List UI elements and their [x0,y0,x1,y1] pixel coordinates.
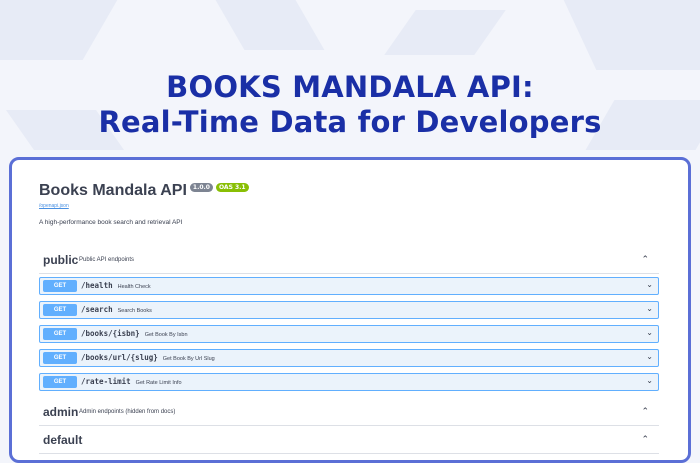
method-badge: GET [43,328,77,340]
swagger-panel: Books Mandala API 1.0.0 OAS 3.1 /openapi… [9,157,691,463]
operation-path: /health Health Check [81,281,151,290]
operation-path: /search Search Books [81,305,152,314]
operation-path: /books/url/{slug} Get Book By Url Slug [81,353,215,362]
api-description: A high-performance book search and retri… [39,219,183,226]
operation-summary: Search Books [117,308,152,314]
operation-get-rate-limit[interactable]: GET /rate-limit Get Rate Limit Info ⌄ [39,373,659,391]
operation-get-search[interactable]: GET /search Search Books ⌄ [39,301,659,319]
background-shape [0,0,118,60]
section-name: public [43,253,79,267]
section-admin[interactable]: admin Admin endpoints (hidden from docs)… [39,399,659,426]
oas-badge: OAS 3.1 [215,183,249,192]
api-title: Books Mandala API [39,182,187,199]
operation-path: /books/{isbn} Get Book By Isbn [81,329,188,338]
method-badge: GET [43,352,77,364]
openapi-spec-link[interactable]: /openapi.json [39,203,69,209]
operation-summary: Health Check [117,284,151,290]
chevron-up-icon[interactable]: ⌃ [641,406,649,417]
api-info: Books Mandala API 1.0.0 OAS 3.1 [39,182,249,200]
method-badge: GET [43,376,77,388]
section-description: Admin endpoints (hidden from docs) [79,409,176,415]
operation-get-book-by-slug[interactable]: GET /books/url/{slug} Get Book By Url Slu… [39,349,659,367]
section-name: default [43,433,83,447]
section-name: admin [43,405,79,419]
hero-heading: BOOKS MANDALA API: Real-Time Data for De… [0,70,700,140]
operation-get-book-by-isbn[interactable]: GET /books/{isbn} Get Book By Isbn ⌄ [39,325,659,343]
chevron-up-icon[interactable]: ⌃ [641,254,649,265]
method-badge: GET [43,304,77,316]
chevron-down-icon[interactable]: ⌄ [646,352,653,361]
hero-line-1: BOOKS MANDALA API: [166,70,534,104]
chevron-down-icon[interactable]: ⌄ [646,328,653,337]
method-badge: GET [43,280,77,292]
version-badge: 1.0.0 [189,183,213,192]
section-public[interactable]: public Public API endpoints ⌃ [39,247,659,274]
background-shape [215,0,325,50]
operation-summary: Get Book By Url Slug [162,356,215,362]
chevron-down-icon[interactable]: ⌄ [646,280,653,289]
operation-summary: Get Rate Limit Info [135,380,182,386]
operation-summary: Get Book By Isbn [144,332,188,338]
operation-get-health[interactable]: GET /health Health Check ⌄ [39,277,659,295]
hero-line-2: Real-Time Data for Developers [98,105,602,139]
chevron-up-icon[interactable]: ⌃ [641,434,649,445]
background-shape [384,10,506,55]
section-description: Public API endpoints [79,257,135,263]
chevron-down-icon[interactable]: ⌄ [646,376,653,385]
background-shape [563,0,700,70]
operation-path: /rate-limit Get Rate Limit Info [81,377,182,386]
chevron-down-icon[interactable]: ⌄ [646,304,653,313]
